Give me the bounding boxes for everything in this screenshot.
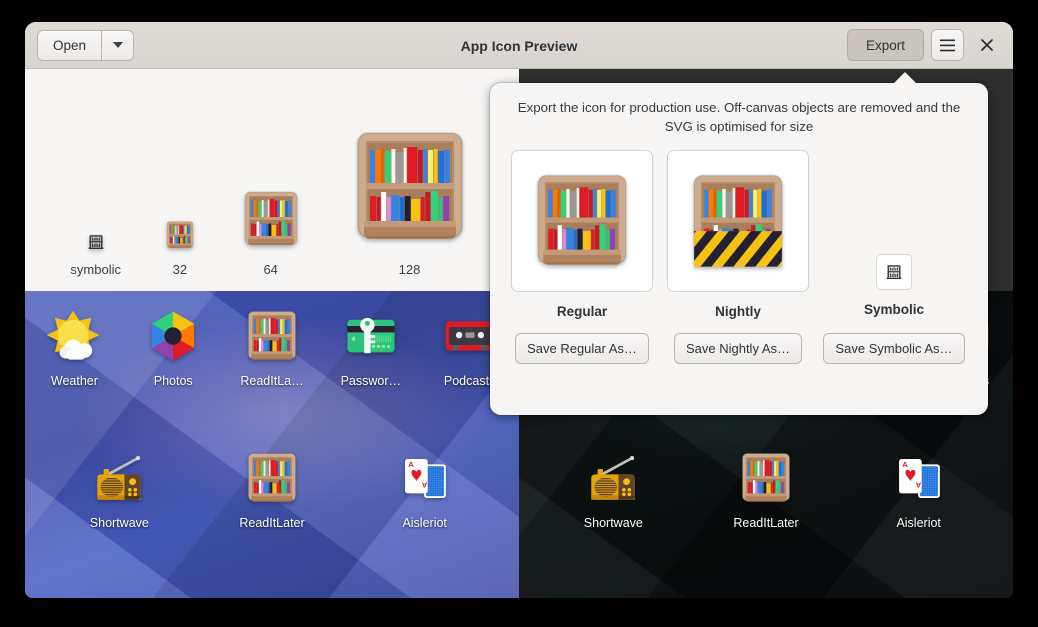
desktop-app-label: ReadItLater bbox=[733, 516, 799, 530]
bookshelf-icon bbox=[243, 307, 301, 365]
export-button[interactable]: Export bbox=[846, 29, 924, 61]
chevron-down-icon bbox=[112, 42, 123, 48]
open-dropdown-button[interactable] bbox=[101, 29, 135, 61]
svg-text:A: A bbox=[902, 460, 908, 469]
header-left-controls: Open bbox=[37, 29, 135, 61]
desktop-app-icon[interactable]: ReadItLater bbox=[196, 449, 349, 530]
desktop-app-icon[interactable]: A A Aisleriot bbox=[842, 449, 995, 530]
popover-arrow bbox=[893, 72, 917, 84]
desktop-app-icon[interactable]: Weather bbox=[25, 307, 124, 388]
export-description: Export the icon for production use. Off-… bbox=[517, 100, 961, 134]
export-option-regular: Regular bbox=[504, 149, 660, 319]
save-symbolic-button[interactable]: Save Symbolic As… bbox=[823, 332, 965, 364]
export-option-title: Symbolic bbox=[863, 301, 925, 317]
open-button[interactable]: Open bbox=[37, 29, 102, 61]
icon-size-label: symbolic bbox=[70, 262, 121, 277]
desktop-app-label: Aisleriot bbox=[896, 516, 941, 530]
export-option-title: Regular bbox=[556, 303, 608, 319]
app-window: Open Export App Icon Preview symbolic 32… bbox=[25, 22, 1013, 598]
icon-size-cell: symbolic bbox=[70, 233, 121, 277]
icon-size-label: 32 bbox=[172, 262, 188, 277]
export-option-thumbnail[interactable] bbox=[511, 149, 653, 292]
export-option-title: Nightly bbox=[715, 303, 761, 319]
save-regular-button[interactable]: Save Regular As… bbox=[515, 332, 649, 364]
close-window-button[interactable] bbox=[971, 29, 1003, 61]
desktop-app-label: Shortwave bbox=[583, 516, 643, 530]
icon-size-cell: 32 bbox=[164, 219, 196, 277]
desktop-app-label: Weather bbox=[50, 374, 98, 388]
icon-size-label: 128 bbox=[398, 262, 421, 277]
photos-icon bbox=[144, 307, 202, 365]
close-icon bbox=[981, 39, 993, 51]
icon-size-cell: 128 bbox=[346, 123, 474, 277]
desktop-app-label: Photos bbox=[153, 374, 193, 388]
desktop-icon-row: Weather Photos ReadItLa… Passwor… Podcasts bbox=[25, 307, 519, 388]
svg-text:A: A bbox=[915, 481, 921, 490]
playing-cards-icon: AA bbox=[396, 449, 454, 507]
desktop-app-icon[interactable]: Shortwave bbox=[537, 449, 690, 530]
export-save-slot: Save Nightly As… bbox=[660, 332, 816, 364]
export-save-buttons: Save Regular As… Save Nightly As… Save Sym… bbox=[490, 319, 988, 364]
desktop-app-label: Shortwave bbox=[89, 516, 149, 530]
desktop-app-icon[interactable]: ReadItLa… bbox=[223, 307, 322, 388]
desktop-app-label: Passwor… bbox=[340, 374, 401, 388]
playing-cards-icon: AA bbox=[890, 449, 948, 507]
desktop-icon-row: Shortwave ReadItLater A A Aisleriot bbox=[25, 449, 519, 530]
icon-size-label: 64 bbox=[263, 262, 278, 277]
bookshelf-icon bbox=[239, 187, 303, 251]
weather-icon bbox=[45, 307, 103, 365]
export-save-slot: Save Regular As… bbox=[504, 332, 660, 364]
save-nightly-button[interactable]: Save Nightly As… bbox=[673, 332, 803, 364]
export-option-symbolic: Symbolic bbox=[816, 150, 972, 317]
desktop-app-icon[interactable]: A A Aisleriot bbox=[348, 449, 501, 530]
desktop-preview-light: Weather Photos ReadItLa… Passwor… Podcasts S… bbox=[25, 291, 519, 598]
export-option-nightly: Nightly bbox=[660, 149, 816, 319]
bookshelf-symbolic-icon bbox=[885, 263, 903, 281]
bookshelf-icon bbox=[528, 167, 636, 275]
desktop-app-label: ReadItLater bbox=[239, 516, 305, 530]
svg-text:A: A bbox=[408, 460, 414, 469]
bookshelf-symbolic-icon bbox=[87, 233, 105, 251]
bookshelf-icon bbox=[737, 449, 795, 507]
icon-size-cell: 64 bbox=[239, 187, 303, 277]
export-option-cards: Regular Nightly Symbolic bbox=[490, 137, 988, 319]
bookshelf-icon bbox=[243, 449, 301, 507]
desktop-app-icon[interactable]: Shortwave bbox=[43, 449, 196, 530]
header-right-controls: Export bbox=[846, 29, 1003, 61]
export-option-thumbnail[interactable] bbox=[667, 149, 809, 292]
desktop-app-label: Podcasts bbox=[443, 374, 496, 388]
bookshelf-icon bbox=[164, 219, 196, 251]
radio-icon bbox=[90, 449, 148, 507]
export-save-slot: Save Symbolic As… bbox=[816, 332, 972, 364]
svg-text:A: A bbox=[421, 481, 427, 490]
password-card-key-icon bbox=[342, 307, 400, 365]
desktop-app-icon[interactable]: Passwor… bbox=[321, 307, 420, 388]
light-theme-pane: symbolic 32 64 128 Weather Photos ReadItLa… Pa… bbox=[25, 69, 519, 598]
main-menu-button[interactable] bbox=[931, 29, 964, 61]
radio-icon bbox=[584, 449, 642, 507]
desktop-app-icon[interactable]: Photos bbox=[124, 307, 223, 388]
export-option-thumbnail[interactable] bbox=[876, 253, 912, 290]
desktop-icon-row: Shortwave ReadItLater A A Aisleriot bbox=[519, 449, 1013, 530]
icon-size-strip-light: symbolic 32 64 128 bbox=[25, 69, 519, 291]
open-split-button[interactable]: Open bbox=[37, 29, 135, 61]
hamburger-menu-icon bbox=[940, 39, 955, 51]
bookshelf-nightly-icon bbox=[684, 167, 792, 275]
bookshelf-icon bbox=[346, 123, 474, 251]
desktop-app-icon[interactable]: ReadItLater bbox=[690, 449, 843, 530]
header-bar: Open Export App Icon Preview bbox=[25, 22, 1013, 69]
desktop-app-label: ReadItLa… bbox=[240, 374, 304, 388]
desktop-app-label: Aisleriot bbox=[402, 516, 447, 530]
export-popover: Export the icon for production use. Off-… bbox=[490, 72, 988, 415]
